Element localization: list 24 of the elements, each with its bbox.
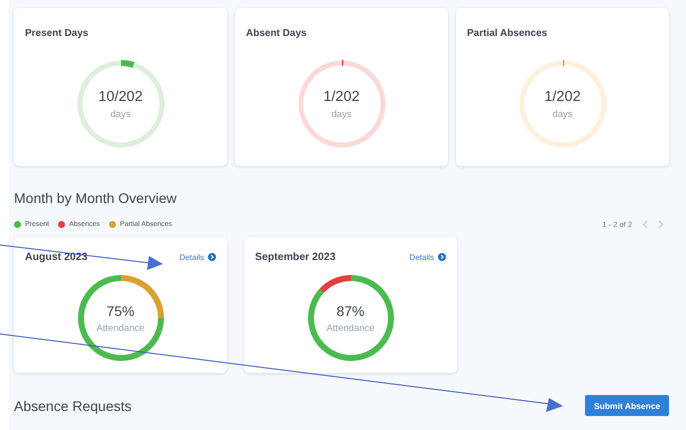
ring-unit: days (331, 108, 352, 120)
ring-unit: days (110, 108, 131, 120)
section-title: Absence Requests (14, 398, 132, 414)
attendance-percent: 87% (336, 302, 365, 318)
card-title: Present Days (25, 28, 88, 39)
card-title: Partial Absences (467, 28, 548, 39)
ring-value: 1/202 (323, 88, 360, 104)
ring-value: 1/202 (544, 88, 581, 104)
month-title: September 2023 (255, 251, 336, 263)
details-link[interactable]: Details (410, 252, 446, 262)
chevron-left-icon[interactable] (642, 220, 648, 229)
arrow-circle-icon (208, 253, 216, 261)
submit-absence-button[interactable]: Submit Absence (585, 395, 669, 416)
ring-value: 10/202 (98, 88, 143, 104)
section-title: Month by Month Overview (14, 190, 178, 206)
attendance-caption: Attendance (96, 322, 145, 334)
donut-slice (120, 60, 134, 68)
attendance-percent: 75% (106, 302, 135, 318)
card-title: Absent Days (246, 28, 307, 39)
ring-unit: days (552, 108, 573, 120)
chevron-right-icon[interactable] (658, 220, 664, 229)
details-link[interactable]: Details (180, 252, 216, 262)
attendance-caption: Attendance (326, 322, 375, 334)
arrow-circle-icon (438, 253, 446, 261)
